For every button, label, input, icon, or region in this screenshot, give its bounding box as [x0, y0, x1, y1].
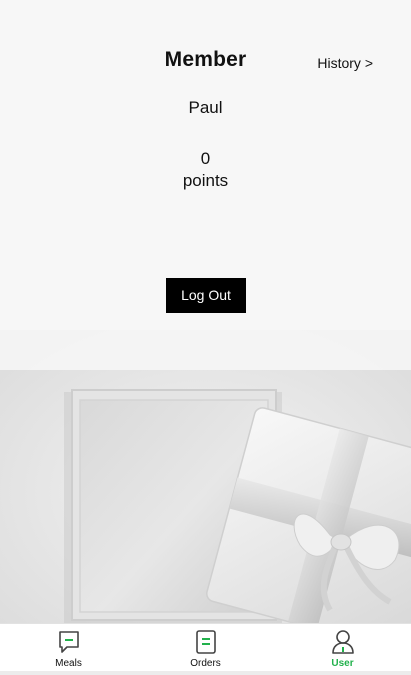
- points-value: 0: [200, 149, 211, 168]
- history-link[interactable]: History >: [317, 55, 373, 71]
- document-list-icon: [195, 630, 216, 654]
- tab-user-label: User: [331, 658, 354, 669]
- tab-meals-label: Meals: [55, 658, 82, 669]
- member-name: Paul: [188, 98, 223, 117]
- member-screen: Member History > Paul 0 points Log Out M…: [0, 0, 411, 675]
- bottom-strip: [0, 671, 411, 675]
- tab-orders[interactable]: Orders: [137, 624, 274, 672]
- user-icon: [331, 630, 354, 654]
- tab-user[interactable]: User: [274, 624, 411, 672]
- chat-bubble-icon: [58, 631, 79, 653]
- gift-box-illustration: [0, 330, 411, 624]
- tab-orders-label: Orders: [190, 658, 221, 669]
- tab-meals[interactable]: Meals: [0, 624, 137, 672]
- bottom-tab-bar: Meals Orders User: [0, 623, 411, 672]
- points-label: points: [182, 171, 229, 190]
- logout-button[interactable]: Log Out: [166, 278, 246, 313]
